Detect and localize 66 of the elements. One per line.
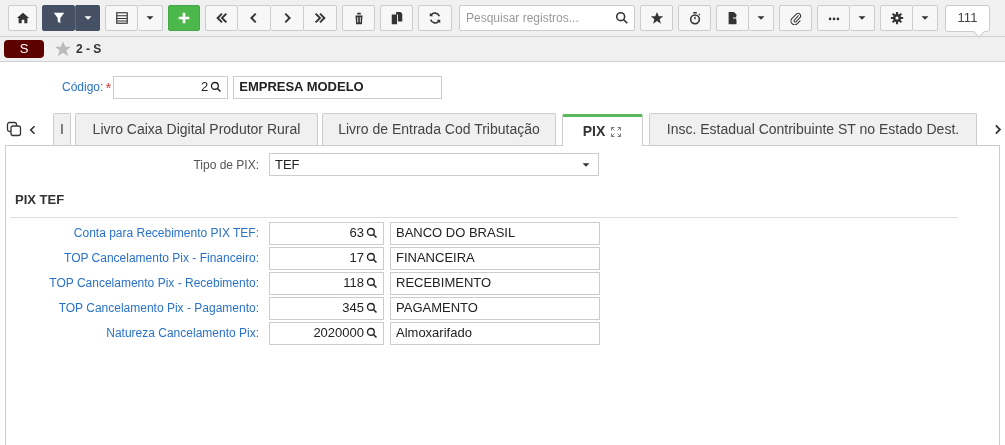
tab[interactable]: Insc. Estadual Contribuinte ST no Estado Dest. [649,113,977,145]
search-icon [366,227,378,239]
field-label: Conta para Recebimento PIX TEF: [72,225,259,242]
search-field[interactable]: Pesquisar registros... [459,5,635,31]
lookup-field[interactable]: 2020000 [269,321,384,345]
search-icon [366,252,378,264]
delete-button[interactable] [342,5,375,31]
tab[interactable]: PIX [562,114,643,146]
search-icon [366,277,378,289]
lookup-field[interactable]: 118 [269,271,384,295]
expand-icon [610,125,623,138]
field-label: TOP Cancelamento Pix - Recebimento: [48,275,259,292]
timer-icon [687,11,702,25]
last-record-button[interactable] [304,5,337,31]
field-label: TOP Cancelamento Pix - Pagamento: [57,300,259,317]
grid-view-icon [114,11,129,25]
field-label: Código: [62,79,104,96]
attachment-button[interactable] [779,5,812,31]
last-record-icon [313,11,327,25]
lookup-field[interactable]: 345 [269,296,384,320]
description-field: FINANCEIRA [390,246,600,270]
field-label: Tipo de PIX: [192,156,259,174]
search-icon [210,81,223,93]
description-field: PAGAMENTO [390,296,600,320]
favorite-button[interactable] [640,5,673,31]
select-field[interactable]: TEF [269,153,599,176]
duplicate-icon [389,11,404,25]
tab[interactable]: Livro Caixa Digital Produtor Rural [75,113,318,145]
home-button[interactable] [8,5,37,31]
add-icon [177,11,191,25]
record-title: 2 - S [76,41,102,58]
search-icon [366,302,378,314]
first-record-icon [214,11,229,25]
timer-button[interactable] [678,5,711,31]
description-field: EMPRESA MODELO [233,75,443,99]
refresh-icon [428,11,442,25]
filter-dropdown-button[interactable] [75,5,100,31]
section-title: PIX TEF [15,191,66,209]
lookup-field[interactable]: 63 [269,221,384,245]
search-icon [615,11,629,25]
description-field: Almoxarifado [390,321,600,345]
tab[interactable]: I [53,113,71,145]
attachment-icon [788,11,803,25]
tab[interactable]: Livro de Entrada Cod Tributação [322,113,556,145]
export-button[interactable] [716,5,749,31]
settings-icon [889,11,904,25]
grid-view-button[interactable] [105,5,138,31]
filter-icon [51,11,66,25]
lookup-field[interactable]: 17 [269,246,384,270]
field-label: TOP Cancelamento Pix - Financeiro: [63,250,259,267]
required-marker: * [105,79,112,95]
add-button[interactable] [168,5,200,31]
duplicate-button[interactable] [380,5,413,31]
description-field: BANCO DO BRASIL [390,221,600,245]
record-tag: S [4,40,44,58]
refresh-button[interactable] [418,5,452,31]
favorite-icon [649,11,664,25]
search-icon [366,327,378,339]
settings-button[interactable] [880,5,913,31]
lookup-field[interactable]: 2 [113,75,229,99]
field-label: Natureza Cancelamento Pix: [105,325,259,342]
filter-button[interactable] [42,5,75,31]
first-record-button[interactable] [205,5,238,31]
tabs-overview-icon [6,121,22,137]
description-field: RECEBIMENTO [390,271,600,295]
home-icon [15,11,30,25]
